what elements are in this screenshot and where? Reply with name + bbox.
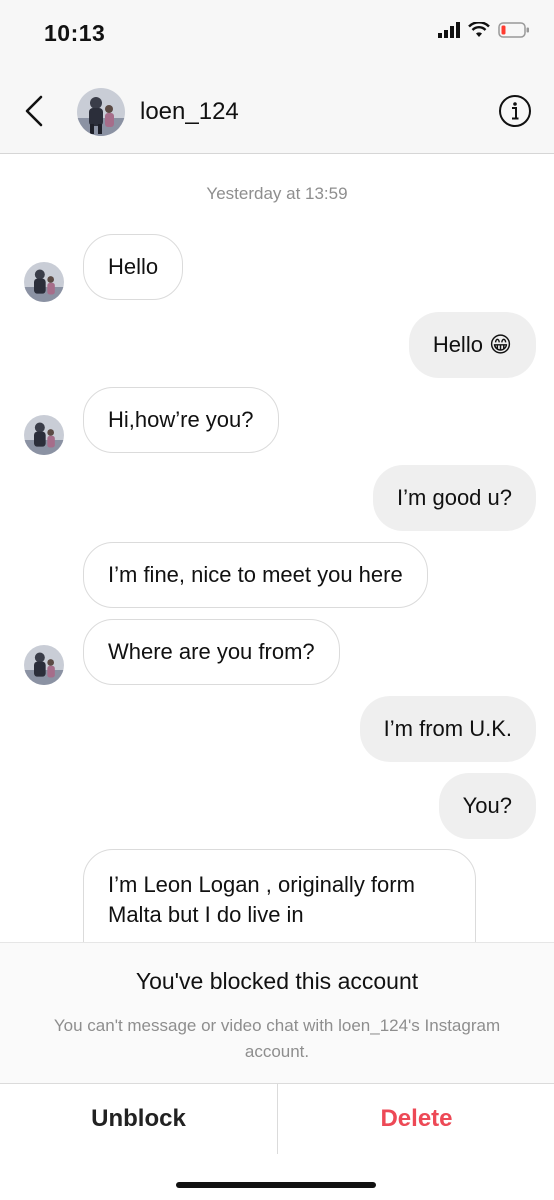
avatar-photo-icon (77, 88, 125, 136)
message-bubble-received[interactable]: Hi,how’re you? (83, 387, 279, 453)
sender-avatar[interactable] (24, 415, 64, 455)
avatar-photo-icon (24, 415, 64, 455)
message-bubble-sent[interactable]: You? (438, 773, 536, 839)
blocked-actions: Unblock Delete (0, 1084, 554, 1154)
message-bubble-sent[interactable]: I’m from U.K. (359, 696, 536, 762)
message-bubble-sent[interactable]: Hello 😁 (408, 312, 536, 378)
blocked-notice: You've blocked this account You can't me… (0, 942, 554, 1084)
message-bubble-received[interactable]: I’m Leon Logan , originally form Malta b… (83, 849, 476, 942)
blocked-title: You've blocked this account (135, 968, 419, 994)
blocked-subtitle: You can't message or video chat with loe… (53, 1016, 501, 1061)
message-bubble-sent[interactable]: I’m good u? (373, 465, 536, 531)
cellular-signal-icon (438, 22, 460, 38)
header-avatar[interactable] (77, 88, 125, 136)
back-chevron-icon[interactable] (20, 94, 50, 128)
status-time: 10:13 (44, 20, 106, 46)
message-bubble-received[interactable]: I’m fine, nice to meet you here (83, 542, 428, 608)
delete-button[interactable]: Delete (278, 1084, 554, 1154)
thread-timestamp: Yesterday at 13:59 (206, 184, 348, 203)
wifi-icon (468, 22, 490, 37)
sender-avatar[interactable] (24, 645, 64, 685)
message-bubble-received[interactable]: Hello (83, 234, 184, 300)
message-thread[interactable]: Yesterday at 13:59 Hello Hello 😁 Hi,how’… (0, 154, 554, 942)
battery-icon (498, 22, 529, 38)
chat-username[interactable]: loen_124 (140, 98, 239, 126)
chat-header: loen_124 (0, 66, 554, 154)
message-bubble-received[interactable]: Where are you from? (83, 619, 340, 685)
sender-avatar[interactable] (24, 262, 64, 302)
avatar-photo-icon (24, 262, 64, 302)
avatar-photo-icon (24, 645, 64, 685)
status-bar: 10:13 (0, 0, 554, 66)
info-icon[interactable] (498, 94, 532, 128)
unblock-button[interactable]: Unblock (0, 1084, 277, 1154)
status-icons (438, 22, 530, 38)
home-indicator[interactable] (176, 1182, 376, 1188)
